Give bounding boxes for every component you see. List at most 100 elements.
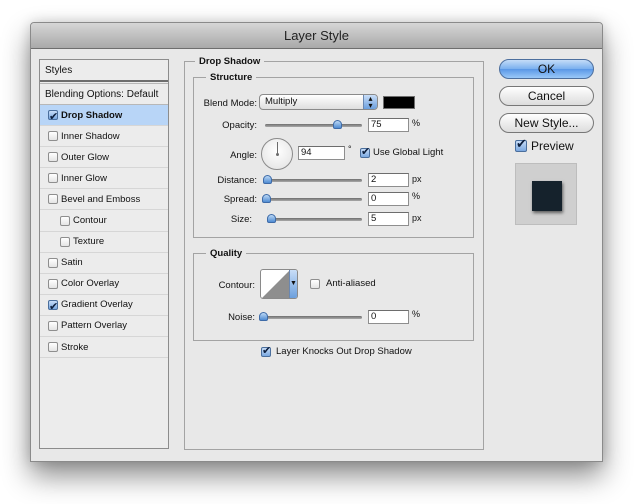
contour-preview-icon: [262, 270, 290, 298]
style-item-checkbox[interactable]: [48, 152, 58, 163]
blending-options-item[interactable]: Blending Options: Default: [40, 83, 168, 105]
knockout-checkbox[interactable]: [261, 344, 271, 357]
use-global-light-option[interactable]: Use Global Light: [360, 145, 444, 158]
style-item-checkbox[interactable]: [60, 236, 70, 247]
use-global-light-label: Use Global Light: [373, 147, 444, 158]
opacity-label: Opacity:: [222, 120, 257, 131]
use-global-light-checkbox[interactable]: [360, 145, 370, 158]
blend-mode-select[interactable]: Multiply ▴ ▾: [259, 94, 378, 110]
opacity-slider[interactable]: [265, 120, 362, 129]
style-item-drop-shadow[interactable]: Drop Shadow: [40, 105, 168, 128]
preview-option[interactable]: Preview: [515, 136, 574, 153]
opacity-slider-thumb[interactable]: [332, 120, 342, 129]
spread-slider-thumb[interactable]: [262, 194, 271, 203]
noise-slider[interactable]: [259, 312, 362, 321]
degree-unit: °: [348, 144, 352, 154]
drop-shadow-panel: Drop Shadow Structure Blend Mode: Multip…: [184, 56, 484, 450]
style-item-checkbox[interactable]: [48, 194, 58, 205]
anti-aliased-label: Anti-aliased: [326, 278, 376, 289]
style-item-satin[interactable]: Satin: [40, 253, 168, 274]
style-item-label: Inner Shadow: [61, 130, 120, 142]
style-item-checkbox[interactable]: [60, 215, 70, 226]
anti-aliased-checkbox[interactable]: [310, 278, 320, 289]
size-slider[interactable]: [267, 214, 362, 223]
opacity-input[interactable]: 75: [368, 118, 409, 132]
style-item-label: Bevel and Emboss: [61, 193, 141, 205]
style-item-checkbox[interactable]: [48, 107, 58, 128]
spread-slider[interactable]: [262, 194, 362, 203]
style-preview-box: [515, 163, 577, 225]
opacity-unit: %: [412, 118, 421, 128]
blend-mode-label: Blend Mode:: [203, 98, 257, 109]
cancel-button[interactable]: Cancel: [499, 86, 594, 106]
ok-button[interactable]: OK: [499, 59, 594, 79]
noise-label: Noise:: [228, 312, 255, 323]
angle-label: Angle:: [230, 150, 257, 161]
style-item-label: Satin: [61, 257, 83, 269]
noise-unit: %: [412, 309, 421, 319]
style-item-label: Pattern Overlay: [61, 320, 127, 332]
blend-mode-value: Multiply: [265, 96, 298, 107]
style-item-pattern-overlay[interactable]: Pattern Overlay: [40, 316, 168, 338]
quality-title: Quality: [206, 248, 247, 259]
size-slider-thumb[interactable]: [267, 214, 276, 223]
preview-label: Preview: [531, 139, 574, 153]
style-item-bevel-and-emboss[interactable]: Bevel and Emboss: [40, 189, 168, 211]
distance-label: Distance:: [217, 175, 257, 186]
knockout-label: Layer Knocks Out Drop Shadow: [276, 346, 412, 357]
style-item-stroke[interactable]: Stroke: [40, 337, 168, 359]
size-unit: px: [412, 213, 422, 223]
style-preview-swatch: [532, 181, 562, 211]
contour-picker[interactable]: ▼: [260, 269, 298, 299]
size-input[interactable]: 5: [368, 212, 409, 226]
anti-aliased-option[interactable]: Anti-aliased: [310, 278, 376, 289]
style-item-gradient-overlay[interactable]: Gradient Overlay: [40, 295, 168, 318]
styles-list: Styles Blending Options: Default Drop Sh…: [39, 59, 169, 449]
style-item-label: Stroke: [61, 341, 89, 353]
spread-input[interactable]: 0: [368, 192, 409, 206]
style-item-label: Color Overlay: [61, 278, 120, 290]
shadow-color-swatch[interactable]: [383, 96, 415, 109]
preview-checkbox[interactable]: [515, 136, 527, 152]
style-item-label: Drop Shadow: [61, 109, 123, 121]
spread-label: Spread:: [223, 194, 257, 205]
style-item-outer-glow[interactable]: Outer Glow: [40, 147, 168, 169]
style-item-contour[interactable]: Contour: [40, 210, 168, 232]
style-item-color-overlay[interactable]: Color Overlay: [40, 274, 168, 295]
style-item-checkbox[interactable]: [48, 131, 58, 142]
distance-slider-thumb[interactable]: [263, 175, 272, 184]
new-style-button[interactable]: New Style...: [499, 113, 594, 133]
style-item-checkbox[interactable]: [48, 320, 58, 331]
style-item-inner-shadow[interactable]: Inner Shadow: [40, 126, 168, 148]
style-item-label: Outer Glow: [61, 151, 110, 163]
style-item-checkbox[interactable]: [48, 342, 58, 353]
noise-input[interactable]: 0: [368, 310, 409, 324]
style-item-checkbox[interactable]: [48, 278, 58, 289]
style-item-label: Texture: [73, 236, 105, 248]
updown-arrows-icon: ▴ ▾: [363, 95, 377, 110]
style-item-inner-glow[interactable]: Inner Glow: [40, 168, 168, 190]
angle-dial[interactable]: [261, 138, 293, 170]
style-item-label: Inner Glow: [61, 172, 107, 184]
layer-style-dialog: Layer Style Styles Blending Options: Def…: [30, 22, 603, 462]
noise-slider-thumb[interactable]: [259, 312, 268, 321]
distance-slider[interactable]: [263, 175, 362, 184]
structure-title: Structure: [206, 72, 257, 83]
structure-group: Structure Blend Mode: Multiply ▴ ▾ Opacit…: [193, 72, 474, 238]
quality-group: Quality Contour: ▼ Anti-aliased Noise: 0…: [193, 248, 474, 341]
style-item-label: Contour: [73, 215, 107, 227]
distance-input[interactable]: 2: [368, 173, 409, 187]
style-item-texture[interactable]: Texture: [40, 232, 168, 253]
distance-unit: px: [412, 174, 422, 184]
knockout-option[interactable]: Layer Knocks Out Drop Shadow: [261, 344, 412, 357]
angle-input[interactable]: 94: [298, 146, 345, 160]
dropdown-arrow-icon: ▼: [289, 270, 297, 298]
contour-label: Contour:: [218, 280, 255, 291]
style-item-checkbox[interactable]: [48, 297, 58, 318]
style-item-checkbox[interactable]: [48, 257, 58, 268]
spread-unit: %: [412, 191, 421, 201]
drop-shadow-title: Drop Shadow: [195, 56, 265, 67]
dialog-title: Layer Style: [31, 23, 602, 49]
style-item-checkbox[interactable]: [48, 173, 58, 184]
styles-header[interactable]: Styles: [40, 60, 168, 82]
